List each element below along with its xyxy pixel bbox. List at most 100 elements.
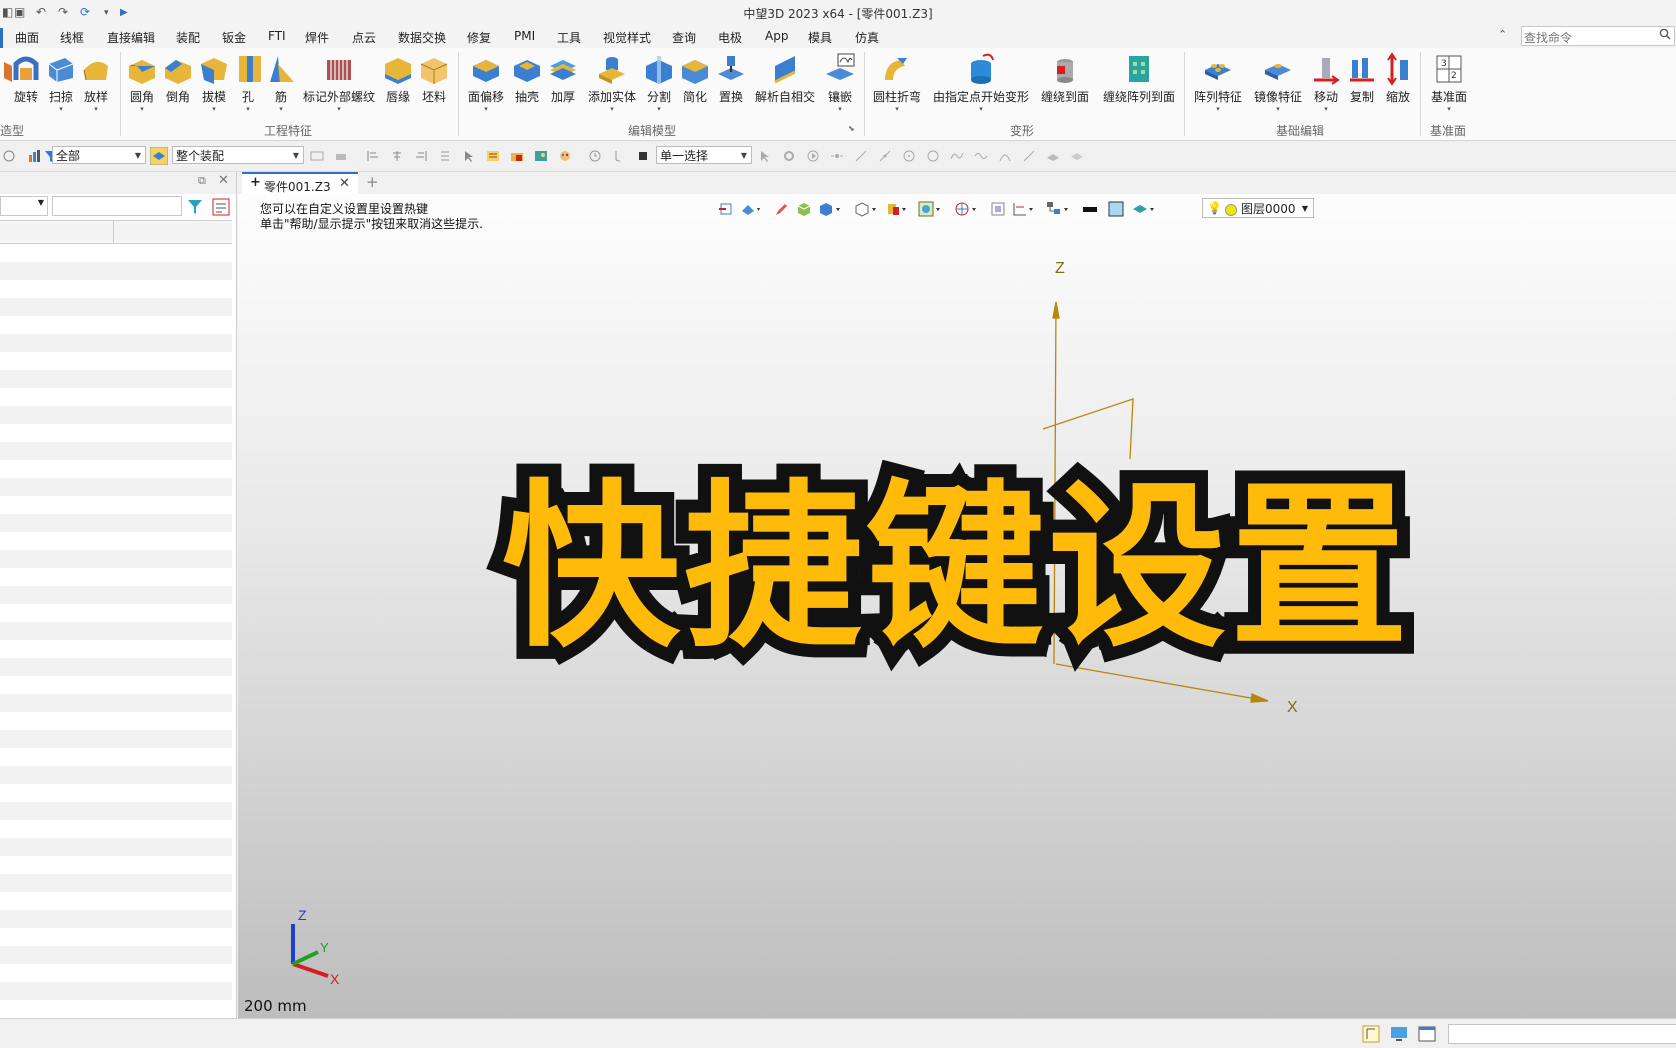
tree-column-header[interactable] [0, 220, 232, 244]
arc-icon[interactable] [998, 149, 1012, 163]
menu-weldment[interactable]: 焊件 [305, 29, 329, 46]
menu-pmi[interactable]: PMI [514, 29, 535, 43]
tree-options-icon[interactable] [212, 198, 230, 216]
extrude-button[interactable] [0, 52, 12, 102]
palette-icon[interactable] [558, 149, 572, 163]
gear-icon[interactable] [782, 149, 796, 163]
align-left-icon[interactable] [366, 149, 380, 163]
cursor-icon[interactable] [462, 149, 476, 163]
tree-filter-icon[interactable] [186, 198, 204, 216]
copy-button[interactable]: 复制 [1346, 52, 1378, 105]
status-command-input[interactable] [1448, 1024, 1676, 1044]
collapse-ribbon-icon[interactable]: ⌃ [1498, 28, 1507, 41]
distribute-icon[interactable] [438, 149, 452, 163]
menu-query[interactable]: 查询 [672, 29, 696, 46]
layout-icon[interactable] [310, 149, 324, 163]
deform-from-point-button[interactable]: 由指定点开始变形 ▾ [932, 52, 1030, 113]
shell-button[interactable]: 抽壳 [511, 52, 543, 105]
command-search-box[interactable] [1521, 26, 1675, 46]
scale-button[interactable]: 缩放 [1382, 52, 1414, 105]
revolve-button[interactable]: 旋转 [10, 52, 42, 105]
cylinder-bend-button[interactable]: 圆柱折弯 ▾ [872, 52, 922, 113]
line-icon[interactable] [854, 149, 868, 163]
lip-button[interactable]: 唇缘 [382, 52, 414, 105]
menu-app[interactable]: App [765, 29, 788, 43]
circle-center-icon[interactable] [902, 149, 916, 163]
menu-data-exchange[interactable]: 数据交换 [398, 29, 446, 46]
filter-combo[interactable]: 全部 ▼ [52, 146, 146, 164]
replace-button[interactable]: 置换 [715, 52, 747, 105]
assembly-scope-combo[interactable]: 整个装配 ▼ [172, 146, 304, 164]
clock-icon[interactable] [588, 149, 602, 163]
wave-icon[interactable] [974, 149, 988, 163]
menu-visual-style[interactable]: 视觉样式 [603, 29, 651, 46]
datum-plane-button[interactable]: 32 基准面 ▾ [1428, 52, 1470, 113]
menu-pointcloud[interactable]: 点云 [352, 29, 376, 46]
sweep-button[interactable]: 扫掠 ▾ [45, 52, 77, 113]
new-tab-icon[interactable]: + [366, 173, 379, 191]
play-circle-icon[interactable] [806, 149, 820, 163]
menu-tools[interactable]: 工具 [557, 29, 581, 46]
3d-viewport[interactable]: 您可以在自定义设置里设置热键 单击"帮助/显示提示"按钮来取消这些提示. 💡 图… [238, 194, 1676, 1018]
menu-electrode[interactable]: 电极 [718, 29, 742, 46]
menu-wireframe[interactable]: 线框 [60, 29, 84, 46]
document-tab[interactable]: + 零件001.Z3 ✕ [242, 172, 358, 194]
select-arrow-icon[interactable] [758, 149, 772, 163]
add-solid-button[interactable]: 添加实体 ▾ [586, 52, 638, 113]
resolve-self-intersect-button[interactable]: 解析自相交 [752, 52, 818, 105]
offset-face-button[interactable]: 面偏移 ▾ [466, 52, 506, 113]
menu-direct-edit[interactable]: 直接编辑 [107, 29, 155, 46]
restore-icon[interactable]: ⧉ [198, 174, 206, 188]
menu-fti[interactable]: FTI [268, 29, 286, 43]
diagonal-icon[interactable] [878, 149, 892, 163]
mirror-feature-button[interactable]: 镜像特征 ▾ [1252, 52, 1304, 113]
inlay-button[interactable]: 镶嵌 ▾ [822, 52, 858, 113]
close-panel-icon[interactable]: ✕ [218, 173, 229, 188]
external-thread-button[interactable]: 标记外部螺纹 ▾ [300, 52, 378, 113]
group-expand-icon[interactable]: ⬊ [848, 124, 855, 133]
layout-toggle-icon[interactable] [1362, 1025, 1380, 1043]
assembly-icon[interactable] [150, 147, 168, 165]
close-tab-icon[interactable]: ✕ [339, 176, 350, 191]
image-icon[interactable] [534, 149, 548, 163]
stop-icon[interactable] [636, 149, 650, 163]
thicken-button[interactable]: 加厚 [547, 52, 579, 105]
pattern-feature-button[interactable]: 阵列特征 ▾ [1192, 52, 1244, 113]
window-icon[interactable] [1418, 1025, 1436, 1043]
history-tree[interactable] [0, 244, 232, 1014]
align-center-icon[interactable] [390, 149, 404, 163]
tree-filter-dropdown[interactable]: ▼ [0, 196, 48, 216]
draft-button[interactable]: 拔模 ▾ [198, 52, 230, 113]
list-icon[interactable] [486, 149, 500, 163]
chart-filter-icon[interactable] [28, 149, 42, 163]
search-icon[interactable] [1659, 28, 1671, 40]
menu-surface[interactable]: 曲面 [15, 29, 39, 46]
stock-button[interactable]: 坯料 [418, 52, 450, 105]
menu-repair[interactable]: 修复 [467, 29, 491, 46]
pick-icon[interactable] [2, 149, 16, 163]
selection-mode-combo[interactable]: 单一选择 ▼ [656, 146, 752, 164]
point-icon[interactable] [830, 149, 844, 163]
rib-button[interactable]: 筋 ▾ [266, 52, 296, 113]
chamfer-button[interactable]: 倒角 [162, 52, 194, 105]
menu-sheetmetal[interactable]: 钣金 [222, 29, 246, 46]
fillet-button[interactable]: 圆角 ▾ [126, 52, 158, 113]
move-button[interactable]: 移动 ▾ [1310, 52, 1342, 113]
loft-button[interactable]: 放样 ▾ [80, 52, 112, 113]
monitor-icon[interactable] [1390, 1025, 1408, 1043]
surface-pick-icon[interactable] [1046, 149, 1060, 163]
slash-icon[interactable] [1022, 149, 1036, 163]
circle-icon[interactable] [926, 149, 940, 163]
simplify-button[interactable]: 简化 [679, 52, 711, 105]
menu-simulation[interactable]: 仿真 [855, 29, 879, 46]
hook-icon[interactable] [612, 149, 626, 163]
split-button[interactable]: 分割 ▾ [643, 52, 675, 113]
menu-assembly[interactable]: 装配 [176, 29, 200, 46]
menu-mold[interactable]: 模具 [808, 29, 832, 46]
face-pick-icon[interactable] [1070, 149, 1084, 163]
print-icon[interactable] [334, 149, 348, 163]
curve-icon[interactable] [950, 149, 964, 163]
wrap-pattern-to-face-button[interactable]: 缠绕阵列到面 [1098, 52, 1180, 105]
wrap-to-face-button[interactable]: 缠绕到面 [1038, 52, 1092, 105]
folder-icon[interactable] [510, 149, 524, 163]
